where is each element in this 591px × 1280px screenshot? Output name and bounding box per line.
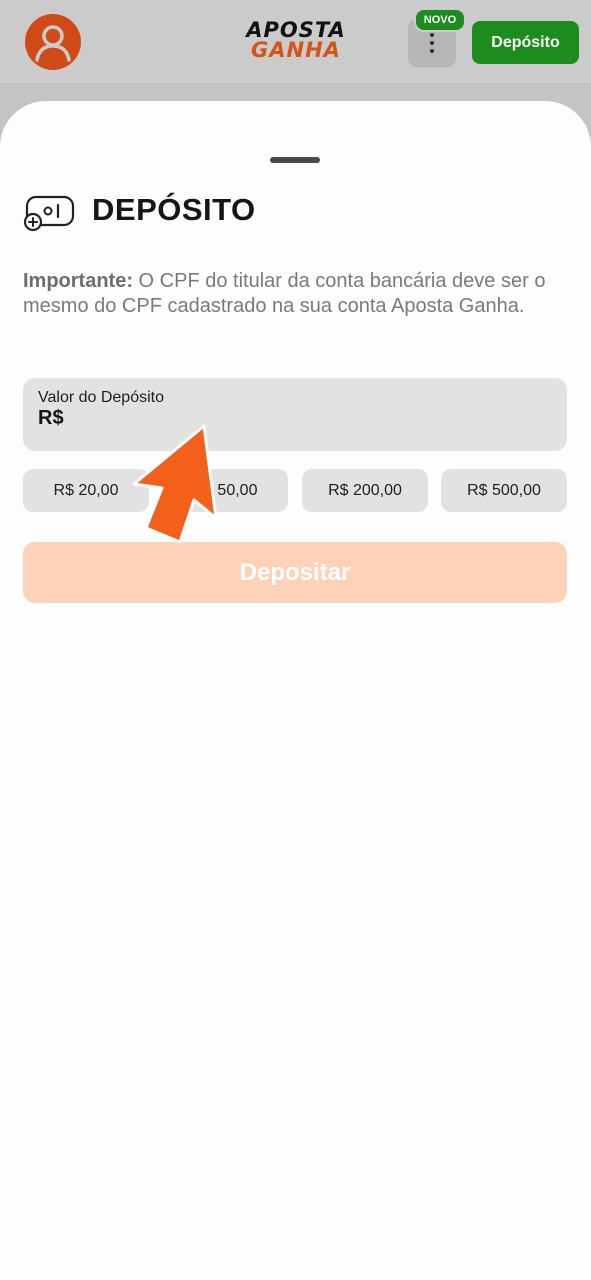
user-silhouette-icon [35, 25, 71, 62]
amount-option-200[interactable]: R$ 200,00 [302, 469, 428, 512]
gamepad-plus-icon [23, 195, 75, 232]
amount-option-500[interactable]: R$ 500,00 [441, 469, 567, 512]
cpf-notice: Importante: O CPF do titular da conta ba… [23, 269, 568, 319]
header-deposit-button[interactable]: Depósito [472, 21, 579, 64]
user-avatar-icon[interactable] [25, 14, 81, 70]
deposit-submit-button[interactable]: Depositar [23, 542, 567, 603]
page-title: DEPÓSITO [92, 192, 256, 227]
deposit-amount-label: Valor do Depósito [38, 389, 164, 406]
deposit-amount-field[interactable]: Valor do Depósito R$ [23, 378, 567, 451]
notice-label: Importante: [23, 270, 133, 292]
top-bar: APOSTA GANHA NOVO Depósito [0, 0, 591, 84]
brand-logo[interactable]: APOSTA GANHA [236, 20, 356, 66]
currency-prefix: R$ [38, 407, 64, 429]
app-screen: APOSTA GANHA NOVO Depósito DEPÓSITO Impo… [0, 0, 591, 1280]
more-vertical-icon-dot [430, 41, 434, 45]
pointer-arrow-icon [132, 424, 218, 544]
logo-line-2: GANHA [251, 38, 341, 62]
sheet-drag-handle[interactable] [270, 157, 320, 163]
new-badge: NOVO [414, 8, 466, 32]
logo-line-1: APOSTA [246, 18, 346, 42]
more-vertical-icon [430, 33, 434, 37]
deposit-sheet: DEPÓSITO Importante: O CPF do titular da… [0, 101, 591, 1280]
more-vertical-icon-dot [430, 49, 434, 53]
